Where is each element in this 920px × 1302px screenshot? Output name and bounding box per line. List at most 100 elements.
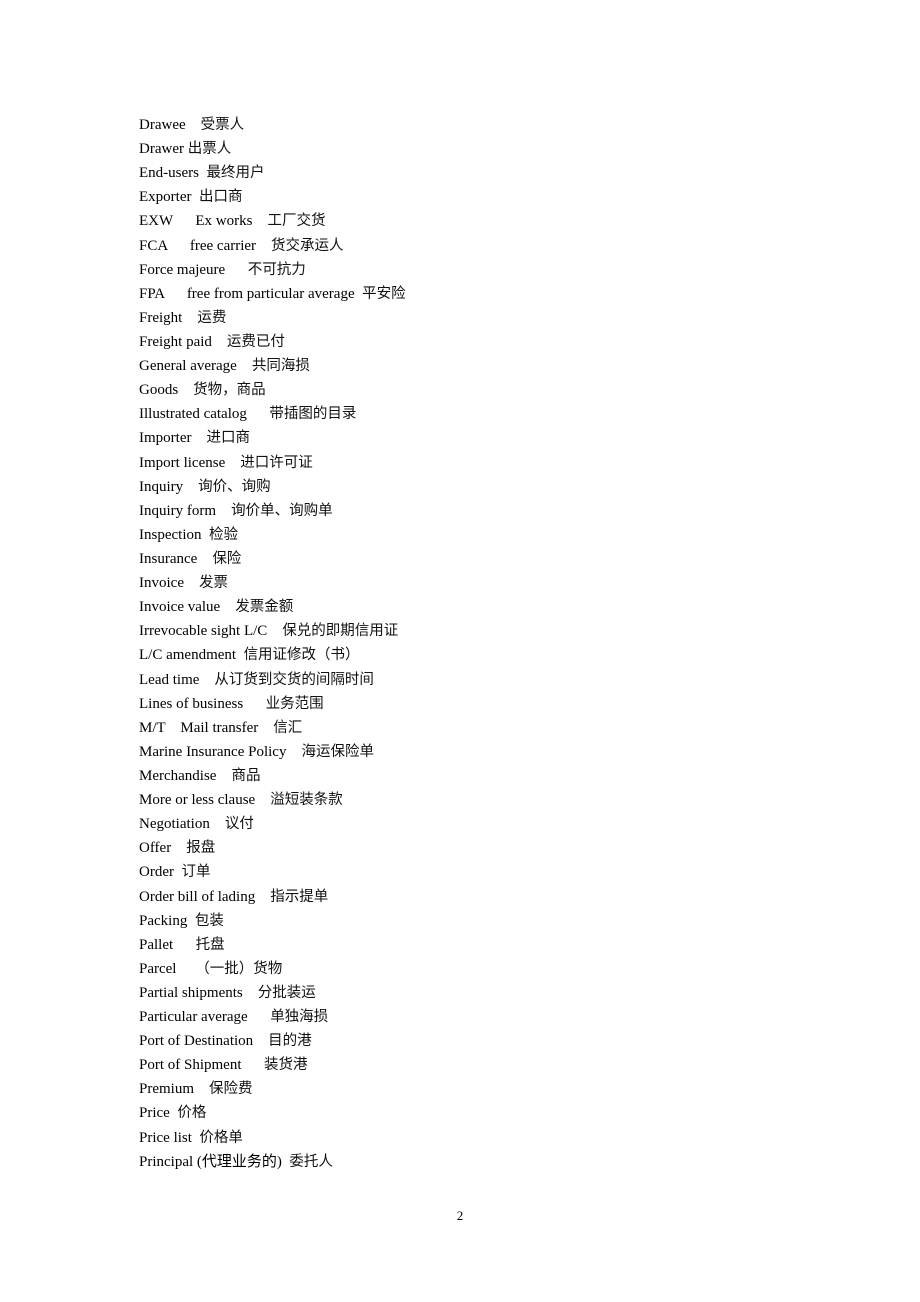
entry-term: Inspection xyxy=(139,526,209,543)
entry-term: General average xyxy=(139,358,252,375)
entry-term: Port of Destination xyxy=(139,1033,269,1050)
glossary-entry: General average 共同海损 xyxy=(139,354,406,378)
entry-translation: 受票人 xyxy=(200,117,245,133)
glossary-entry: Drawee 受票人 xyxy=(139,113,406,137)
entry-term: Pallet xyxy=(139,936,196,953)
glossary-entry: Freight paid 运费已付 xyxy=(139,330,406,354)
entry-translation: 保兑的即期信用证 xyxy=(282,623,399,640)
entry-translation: 信汇 xyxy=(273,719,303,736)
entry-translation: 业务范围 xyxy=(265,695,324,712)
entry-translation: 商品 xyxy=(231,767,261,784)
entry-term: Drawee xyxy=(139,117,201,133)
glossary-entry: Merchandise 商品 xyxy=(139,764,406,788)
glossary-entry: Import license 进口许可证 xyxy=(139,451,406,475)
entry-translation: 货物，商品 xyxy=(193,382,266,399)
entry-term: Principal (代理业务的) xyxy=(139,1153,290,1170)
entry-term: More or less clause xyxy=(139,792,271,809)
entry-term: FCA free carrier xyxy=(139,237,272,254)
entry-term: Goods xyxy=(139,382,194,399)
entry-term: Freight paid xyxy=(139,333,227,350)
entry-term: Importer xyxy=(139,430,207,447)
glossary-entry: Inquiry form 询价单、询购单 xyxy=(139,499,406,523)
entry-term: Marine Insurance Policy xyxy=(139,743,302,760)
glossary-entry: Drawer 出票人 xyxy=(139,137,406,161)
glossary-entry: Insurance 保险 xyxy=(139,547,406,571)
entry-translation: 委托人 xyxy=(289,1153,333,1170)
entry-term: Order bill of lading xyxy=(139,888,271,905)
entry-term: Partial shipments xyxy=(139,984,258,1001)
entry-translation: 进口商 xyxy=(206,430,250,447)
glossary-list: Drawee 受票人 Drawer 出票人 End-users 最终用户 Export… xyxy=(139,113,406,1174)
entry-translation: 信用证修改（书） xyxy=(243,647,360,664)
glossary-entry: M/T Mail transfer 信汇 xyxy=(139,716,406,740)
glossary-entry: Price 价格 xyxy=(139,1101,406,1125)
glossary-entry: EXW Ex works 工厂交货 xyxy=(139,209,406,233)
entry-term: Premium xyxy=(139,1081,209,1098)
glossary-entry: Invoice 发票 xyxy=(139,571,406,595)
glossary-entry: Marine Insurance Policy 海运保险单 xyxy=(139,740,406,764)
glossary-entry: Importer 进口商 xyxy=(139,426,406,450)
entry-translation: 检验 xyxy=(208,526,238,543)
entry-translation: 货交承运人 xyxy=(271,237,344,254)
glossary-entry: Irrevocable sight L/C 保兑的即期信用证 xyxy=(139,619,406,643)
glossary-entry: Freight 运费 xyxy=(139,306,406,330)
entry-term: Offer xyxy=(139,840,187,857)
entry-translation: 运费已付 xyxy=(226,333,285,350)
glossary-entry: Force majeure 不可抗力 xyxy=(139,258,406,282)
entry-translation: 保险 xyxy=(212,550,242,567)
glossary-entry: Principal (代理业务的) 委托人 xyxy=(139,1150,406,1174)
entry-term: Invoice value xyxy=(139,599,236,616)
entry-translation: 价格 xyxy=(177,1105,207,1122)
entry-translation: 单独海损 xyxy=(270,1009,329,1026)
entry-translation: 最终用户 xyxy=(206,165,265,182)
glossary-entry: Illustrated catalog 带插图的目录 xyxy=(139,402,406,426)
entry-translation: 出票人 xyxy=(187,141,232,158)
glossary-entry: Negotiation 议付 xyxy=(139,812,406,836)
entry-translation: 工厂交货 xyxy=(267,213,326,230)
entry-term: Port of Shipment xyxy=(139,1057,265,1074)
entry-translation: 从订货到交货的间隔时间 xyxy=(214,671,374,688)
entry-translation: 询价、询购 xyxy=(198,478,271,495)
entry-term: Price xyxy=(139,1105,178,1122)
entry-term: Freight xyxy=(139,309,198,326)
glossary-entry: Exporter 出口商 xyxy=(139,185,406,209)
entry-translation: 出口商 xyxy=(198,189,243,206)
entry-term: Parcel xyxy=(139,960,196,977)
glossary-entry: Partial shipments 分批装运 xyxy=(139,981,406,1005)
entry-translation: 议付 xyxy=(224,816,254,833)
entry-term: Negotiation xyxy=(139,816,225,833)
entry-term: Force majeure xyxy=(139,261,248,278)
glossary-entry: Port of Shipment 装货港 xyxy=(139,1053,406,1077)
entry-translation: 询价单、询购单 xyxy=(231,502,333,519)
entry-term: L/C amendment xyxy=(139,647,244,664)
entry-translation: 溢短装条款 xyxy=(270,792,343,809)
entry-translation: 目的港 xyxy=(268,1033,312,1050)
glossary-entry: Pallet 托盘 xyxy=(139,933,406,957)
entry-translation: （一批）货物 xyxy=(195,960,283,977)
glossary-entry: Premium 保险费 xyxy=(139,1077,406,1101)
glossary-entry: Order bill of lading 指示提单 xyxy=(139,885,406,909)
entry-term: Invoice xyxy=(139,575,199,592)
entry-term: Particular average xyxy=(139,1009,271,1026)
entry-translation: 指示提单 xyxy=(270,888,329,905)
entry-term: Packing xyxy=(139,912,195,929)
entry-translation: 不可抗力 xyxy=(247,261,306,278)
entry-term: Price list xyxy=(139,1129,200,1146)
glossary-entry: Particular average 单独海损 xyxy=(139,1005,406,1029)
entry-translation: 保险费 xyxy=(209,1081,253,1098)
glossary-entry: Lead time 从订货到交货的间隔时间 xyxy=(139,668,406,692)
document-page: Drawee 受票人 Drawer 出票人 End-users 最终用户 Export… xyxy=(0,0,920,1302)
entry-translation: 托盘 xyxy=(195,936,225,953)
entry-translation: 平安险 xyxy=(362,285,406,302)
glossary-entry: Inspection 检验 xyxy=(139,523,406,547)
entry-translation: 进口许可证 xyxy=(240,454,313,471)
entry-translation: 报盘 xyxy=(186,840,216,857)
glossary-entry: Port of Destination 目的港 xyxy=(139,1029,406,1053)
glossary-entry: Packing 包装 xyxy=(139,909,406,933)
glossary-entry: Lines of business 业务范围 xyxy=(139,692,406,716)
glossary-entry: Order 订单 xyxy=(139,860,406,884)
glossary-entry: Offer 报盘 xyxy=(139,836,406,860)
entry-term: Drawer xyxy=(139,141,188,158)
entry-term: EXW Ex works xyxy=(139,213,268,230)
glossary-entry: Goods 货物，商品 xyxy=(139,378,406,402)
